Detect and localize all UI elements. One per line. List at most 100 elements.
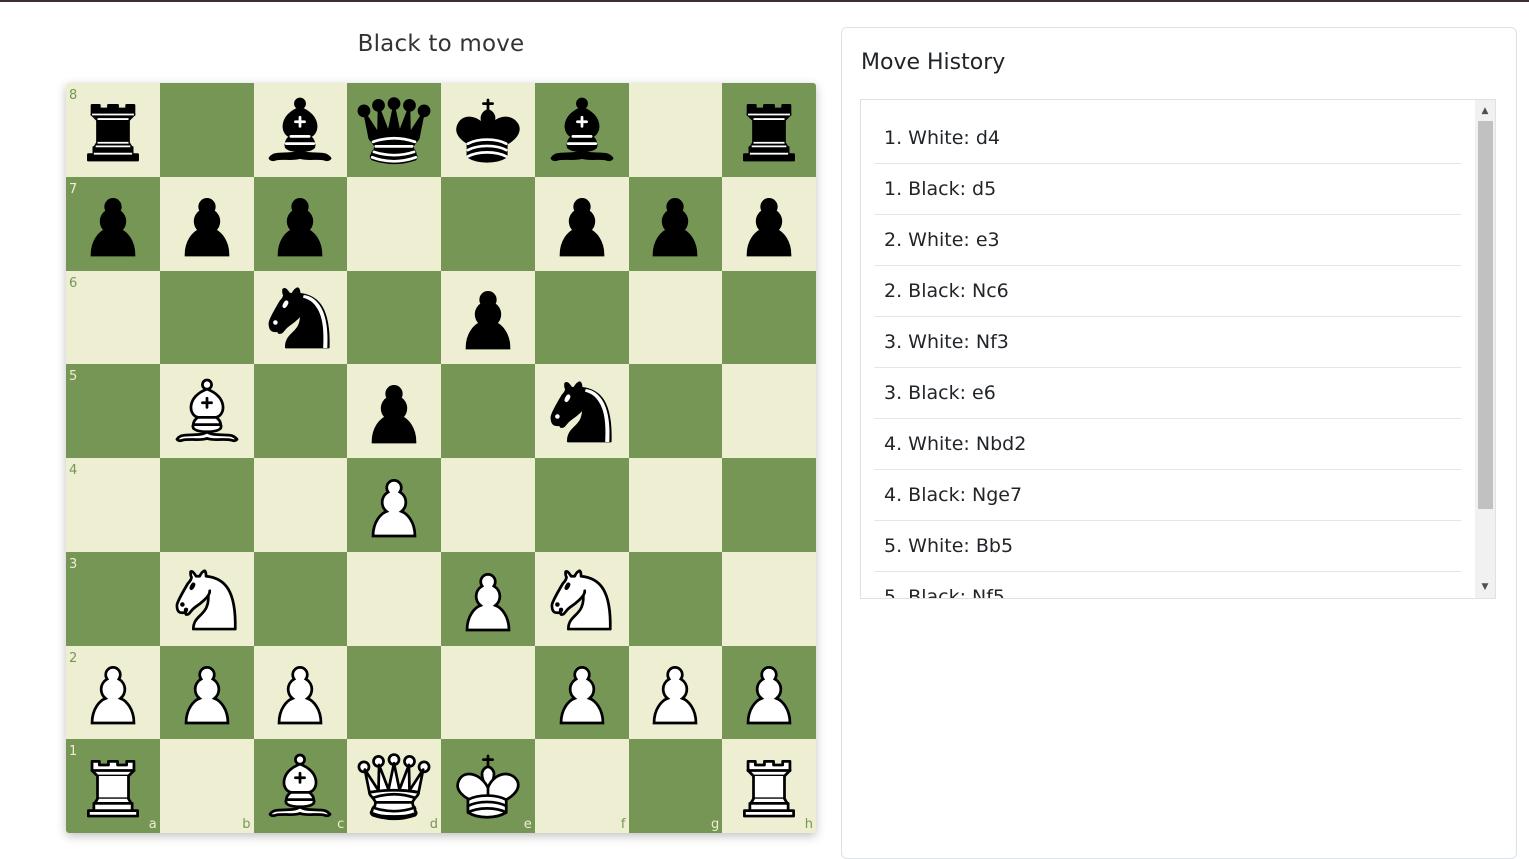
- black-pawn-icon[interactable]: [629, 177, 723, 271]
- square-g7[interactable]: [628, 176, 723, 271]
- square-e8[interactable]: [441, 83, 535, 177]
- square-a1[interactable]: 1a: [66, 739, 160, 833]
- square-h3[interactable]: [722, 551, 816, 646]
- square-d3[interactable]: [347, 551, 441, 646]
- black-queen-icon[interactable]: [347, 83, 441, 177]
- square-e1[interactable]: e: [441, 739, 535, 833]
- scroll-up-arrow-icon[interactable]: ▲: [1475, 102, 1495, 120]
- white-rook-icon[interactable]: [722, 739, 816, 833]
- square-e4[interactable]: [441, 458, 535, 552]
- square-f2[interactable]: [534, 645, 629, 740]
- square-b3[interactable]: [159, 551, 254, 646]
- square-h6[interactable]: [722, 270, 816, 365]
- move-history-list[interactable]: 1. White: d4 1. Black: d5 2. White: e3 2. B…: [860, 99, 1496, 599]
- square-c5[interactable]: [253, 364, 348, 458]
- square-g2[interactable]: [628, 645, 723, 740]
- square-b2[interactable]: [159, 645, 254, 740]
- white-pawn-icon[interactable]: [254, 646, 348, 740]
- black-knight-icon[interactable]: [254, 271, 348, 365]
- square-f8[interactable]: [534, 83, 629, 177]
- square-a2[interactable]: 2: [66, 645, 160, 740]
- white-pawn-icon[interactable]: [160, 646, 254, 740]
- white-pawn-icon[interactable]: [441, 552, 535, 646]
- square-e6[interactable]: [441, 270, 535, 365]
- square-f6[interactable]: [534, 270, 629, 365]
- square-b6[interactable]: [159, 270, 254, 365]
- square-b1[interactable]: b: [159, 739, 254, 833]
- square-c2[interactable]: [253, 645, 348, 740]
- square-g1[interactable]: g: [628, 739, 723, 833]
- square-d5[interactable]: [347, 364, 441, 458]
- white-knight-icon[interactable]: [160, 552, 254, 646]
- square-a5[interactable]: 5: [66, 364, 160, 458]
- black-rook-icon[interactable]: [722, 83, 816, 177]
- square-f5[interactable]: [534, 364, 629, 458]
- scrollbar[interactable]: ▲ ▼: [1475, 100, 1495, 598]
- square-h8[interactable]: [722, 83, 816, 177]
- square-f3[interactable]: [534, 551, 629, 646]
- square-b5[interactable]: [159, 364, 254, 458]
- square-g4[interactable]: [628, 458, 723, 552]
- square-d6[interactable]: [347, 270, 441, 365]
- square-g8[interactable]: [628, 83, 723, 177]
- scroll-down-arrow-icon[interactable]: ▼: [1475, 578, 1495, 596]
- black-pawn-icon[interactable]: [66, 177, 160, 271]
- square-h1[interactable]: h: [722, 739, 816, 833]
- square-e7[interactable]: [441, 176, 535, 271]
- square-g3[interactable]: [628, 551, 723, 646]
- square-c8[interactable]: [253, 83, 348, 177]
- white-pawn-icon[interactable]: [629, 646, 723, 740]
- square-c3[interactable]: [253, 551, 348, 646]
- square-d1[interactable]: d: [347, 739, 441, 833]
- white-knight-icon[interactable]: [535, 552, 629, 646]
- black-pawn-icon[interactable]: [535, 177, 629, 271]
- square-c7[interactable]: [253, 176, 348, 271]
- square-b8[interactable]: [159, 83, 254, 177]
- square-a4[interactable]: 4: [66, 458, 160, 552]
- square-h4[interactable]: [722, 458, 816, 552]
- white-pawn-icon[interactable]: [722, 646, 816, 740]
- white-bishop-icon[interactable]: [254, 739, 348, 833]
- square-h7[interactable]: [722, 176, 816, 271]
- black-pawn-icon[interactable]: [160, 177, 254, 271]
- square-a3[interactable]: 3: [66, 551, 160, 646]
- white-rook-icon[interactable]: [66, 739, 160, 833]
- black-knight-icon[interactable]: [535, 364, 629, 458]
- square-d7[interactable]: [347, 176, 441, 271]
- square-b4[interactable]: [159, 458, 254, 552]
- square-f1[interactable]: f: [534, 739, 629, 833]
- square-g5[interactable]: [628, 364, 723, 458]
- black-bishop-icon[interactable]: [535, 83, 629, 177]
- square-e3[interactable]: [441, 551, 535, 646]
- square-d2[interactable]: [347, 645, 441, 740]
- black-rook-icon[interactable]: [66, 83, 160, 177]
- square-c6[interactable]: [253, 270, 348, 365]
- square-f7[interactable]: [534, 176, 629, 271]
- black-pawn-icon[interactable]: [254, 177, 348, 271]
- square-a8[interactable]: 8: [66, 83, 160, 177]
- square-a7[interactable]: 7: [66, 176, 160, 271]
- square-h2[interactable]: [722, 645, 816, 740]
- square-d4[interactable]: [347, 458, 441, 552]
- white-pawn-icon[interactable]: [347, 458, 441, 552]
- square-b7[interactable]: [159, 176, 254, 271]
- square-c1[interactable]: c: [253, 739, 348, 833]
- black-pawn-icon[interactable]: [347, 364, 441, 458]
- square-f4[interactable]: [534, 458, 629, 552]
- white-king-icon[interactable]: [441, 739, 535, 833]
- white-pawn-icon[interactable]: [66, 646, 160, 740]
- black-king-icon[interactable]: [441, 83, 535, 177]
- square-g6[interactable]: [628, 270, 723, 365]
- square-e5[interactable]: [441, 364, 535, 458]
- scroll-thumb[interactable]: [1478, 121, 1493, 509]
- black-pawn-icon[interactable]: [722, 177, 816, 271]
- square-c4[interactable]: [253, 458, 348, 552]
- black-bishop-icon[interactable]: [254, 83, 348, 177]
- white-queen-icon[interactable]: [347, 739, 441, 833]
- white-bishop-icon[interactable]: [160, 364, 254, 458]
- square-h5[interactable]: [722, 364, 816, 458]
- black-pawn-icon[interactable]: [441, 271, 535, 365]
- square-a6[interactable]: 6: [66, 270, 160, 365]
- square-d8[interactable]: [347, 83, 441, 177]
- square-e2[interactable]: [441, 645, 535, 740]
